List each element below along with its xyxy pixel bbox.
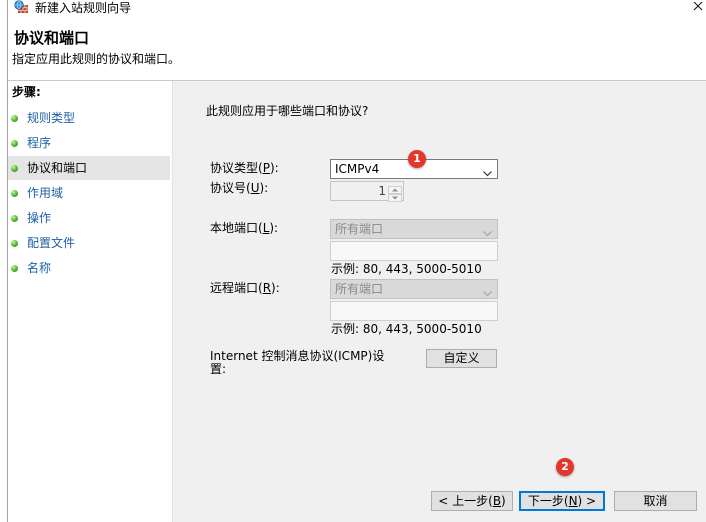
step-name: 名称: [8, 256, 170, 280]
local-port-label: 本地端口(L):: [210, 221, 278, 235]
window-title: 新建入站规则向导: [35, 1, 132, 15]
step-label: 操作: [27, 211, 52, 225]
chevron-down-icon: [483, 166, 492, 177]
step-profile: 配置文件: [8, 231, 170, 255]
green-bullet-icon: [11, 140, 18, 147]
local-port-dropdown[interactable]: 所有端口: [330, 219, 498, 239]
protocol-type-label: 协议类型(P):: [210, 161, 279, 175]
protocol-number-input[interactable]: [332, 182, 388, 200]
label-text: ):: [269, 161, 279, 175]
local-port-input[interactable]: [330, 241, 498, 261]
protocol-number-label: 协议号(U):: [210, 181, 268, 195]
spin-down-icon[interactable]: [388, 191, 402, 202]
content-panel: 此规则应用于哪些端口和协议? 协议类型(P): ICMPv4 1 协议号(U):…: [173, 81, 706, 522]
step-scope: 作用域: [8, 181, 170, 205]
label-text: 本地端口(: [210, 221, 263, 235]
title-bar[interactable]: 新建入站规则向导: [8, 0, 706, 16]
wizard-header: 协议和端口 指定应用此规则的协议和端口。: [8, 16, 706, 81]
green-bullet-icon: [11, 165, 18, 172]
steps-heading: 步骤:: [12, 85, 41, 99]
page-subtitle: 指定应用此规则的协议和端口。: [12, 52, 181, 66]
access-key: B: [492, 494, 502, 508]
step-protocol-and-ports: 协议和端口: [8, 156, 170, 180]
label-text: ):: [269, 221, 279, 235]
label-text: ):: [259, 181, 269, 195]
back-button[interactable]: < 上一步(B): [431, 491, 513, 511]
protocol-type-selected-value: ICMPv4: [335, 162, 380, 176]
remote-port-label: 远程端口(R):: [210, 281, 280, 295]
spin-up-icon[interactable]: [388, 183, 402, 194]
remote-port-dropdown[interactable]: 所有端口: [330, 279, 498, 299]
firewall-wizard-icon: [14, 0, 28, 14]
annotation-badge-1: 1: [408, 150, 426, 168]
local-port-example: 示例: 80, 443, 5000-5010: [331, 262, 482, 276]
green-bullet-icon: [11, 190, 18, 197]
button-text: 下一步(: [527, 494, 569, 508]
label-text: 协议号(: [210, 181, 251, 195]
close-icon[interactable]: [693, 0, 703, 11]
green-bullet-icon: [11, 215, 18, 222]
remote-port-selected-value: 所有端口: [335, 282, 384, 296]
access-key: P: [262, 161, 270, 175]
icmp-customize-button[interactable]: 自定义: [426, 349, 497, 368]
steps-panel: 步骤: 规则类型 程序 协议和端口 作用域 操作 配置文件 名称: [8, 81, 173, 522]
cancel-button[interactable]: 取消: [614, 491, 697, 511]
step-label: 配置文件: [27, 236, 76, 250]
annotation-badge-2: 2: [556, 458, 574, 476]
access-key: N: [568, 494, 578, 508]
green-bullet-icon: [11, 240, 18, 247]
icmp-settings-label: Internet 控制消息协议(ICMP)设置:: [210, 349, 385, 376]
step-label: 作用域: [27, 186, 64, 200]
question-text: 此规则应用于哪些端口和协议?: [206, 104, 369, 118]
step-label: 名称: [27, 261, 52, 275]
green-bullet-icon: [11, 115, 18, 122]
step-rule-type: 规则类型: [8, 106, 170, 130]
remote-port-example: 示例: 80, 443, 5000-5010: [331, 322, 482, 336]
button-text: < 上一步(: [438, 494, 493, 508]
protocol-number-spinner[interactable]: [330, 181, 404, 202]
page-title: 协议和端口: [14, 29, 90, 47]
chevron-down-icon: [483, 226, 492, 237]
step-program: 程序: [8, 131, 170, 155]
step-label: 协议和端口: [27, 161, 88, 175]
step-action: 操作: [8, 206, 170, 230]
access-key: R: [262, 281, 272, 295]
label-text: 远程端口(: [210, 281, 263, 295]
step-label: 程序: [27, 136, 52, 150]
step-label: 规则类型: [27, 111, 76, 125]
remote-port-input[interactable]: [330, 301, 498, 321]
background-window-edge: [0, 0, 8, 522]
green-bullet-icon: [11, 265, 18, 272]
next-button[interactable]: 下一步(N) >: [519, 491, 605, 511]
label-text: 协议类型(: [210, 161, 263, 175]
button-text: ) >: [577, 494, 597, 508]
chevron-down-icon: [483, 286, 492, 297]
label-text: ):: [271, 281, 280, 295]
button-text: ): [501, 494, 506, 508]
local-port-selected-value: 所有端口: [335, 222, 384, 236]
